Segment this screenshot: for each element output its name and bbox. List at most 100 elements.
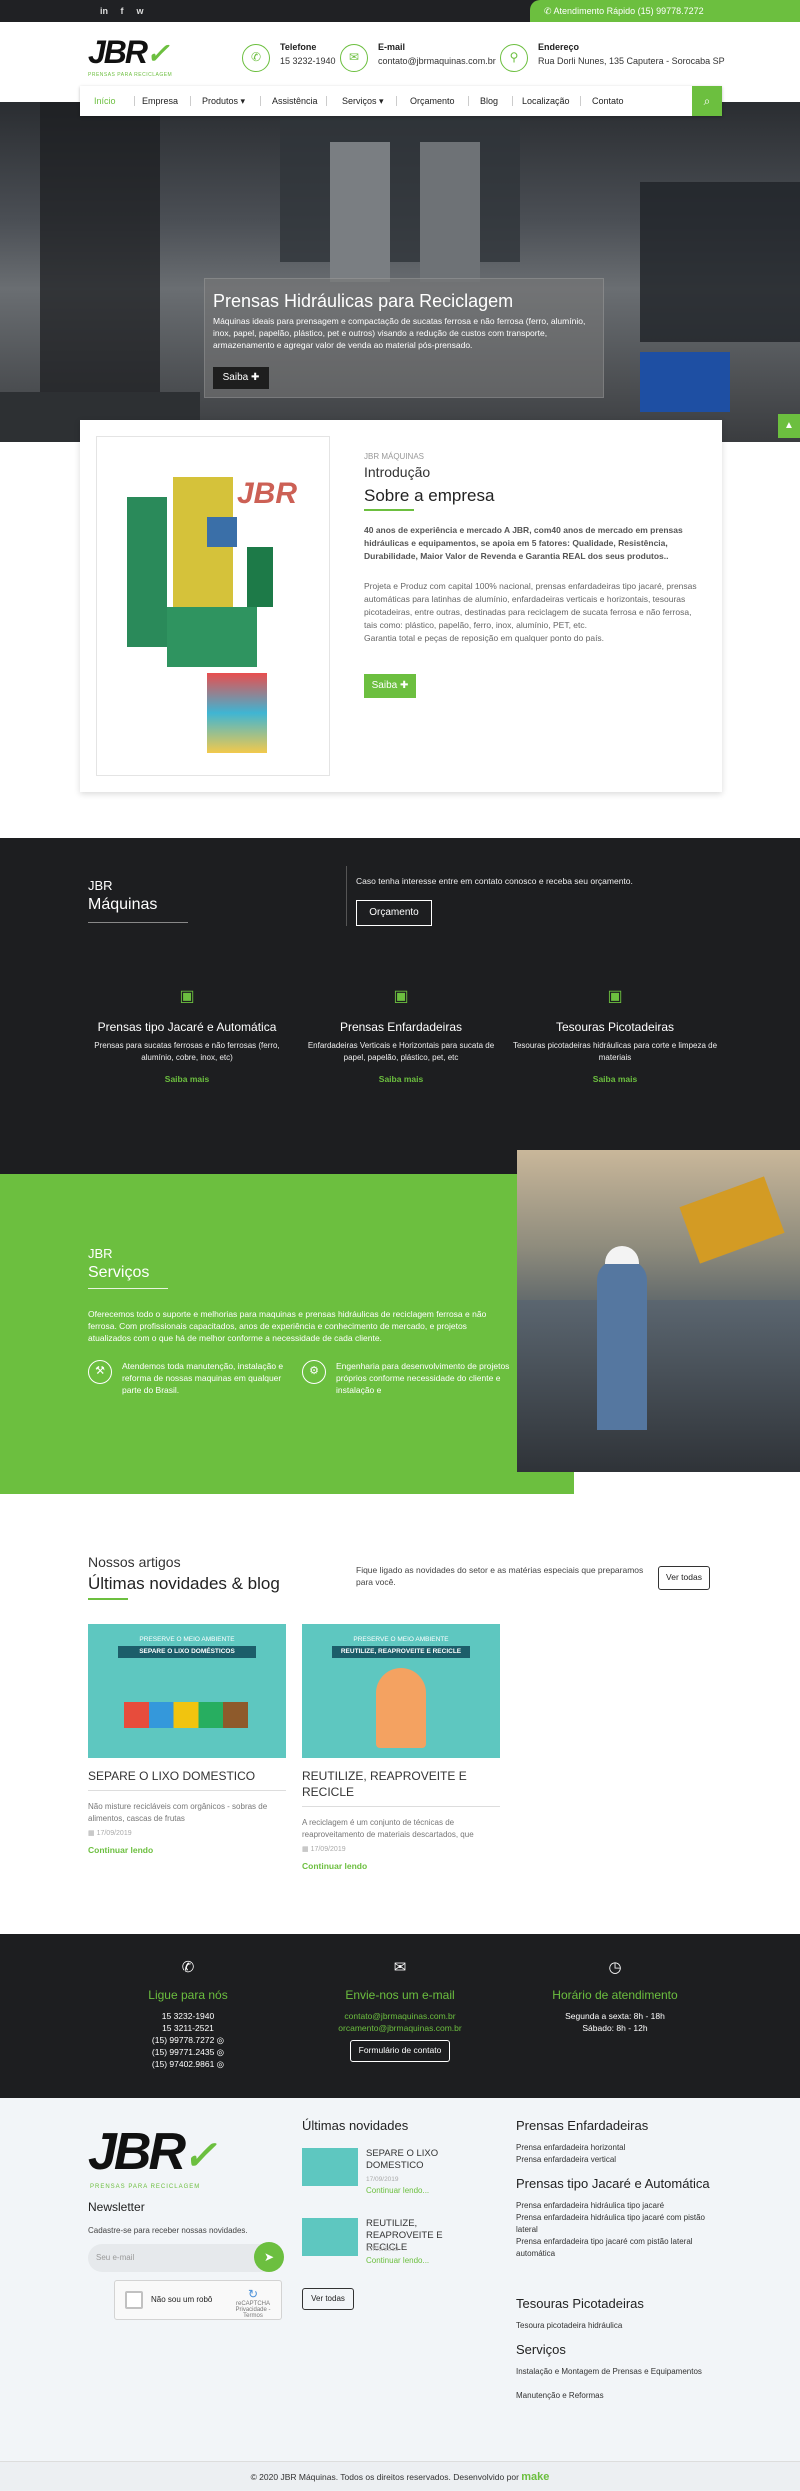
contact-form-button[interactable]: Formulário de contato bbox=[349, 2040, 451, 2062]
recaptcha-label: Não sou um robô bbox=[151, 2295, 213, 2304]
nav-orcamento[interactable]: Orçamento bbox=[410, 86, 455, 116]
newsletter-email-input[interactable]: Seu e-mail bbox=[88, 2244, 268, 2272]
footer-link[interactable]: Prensa enfardadeira hidráulica tipo jaca… bbox=[516, 2212, 726, 2236]
clock-icon: ◷ bbox=[608, 1959, 622, 1976]
email-line[interactable]: orcamento@jbrmaquinas.com.br bbox=[290, 2022, 510, 2034]
address-title: Endereço bbox=[538, 42, 580, 52]
hero-cylinder-2 bbox=[420, 142, 480, 282]
blog-card-title[interactable]: SEPARE O LIXO DOMESTICO bbox=[88, 1768, 286, 1784]
logo-leaf-icon: ✓ bbox=[146, 38, 170, 69]
footer-news-more[interactable]: Continuar lendo... bbox=[366, 2256, 429, 2265]
quick-contact-text: Atendimento Rápido (15) 99778.7272 bbox=[553, 6, 704, 16]
blog-card-more-link[interactable]: Continuar lendo bbox=[88, 1845, 286, 1855]
phone-line[interactable]: 15 3232-1940 bbox=[78, 2010, 298, 2022]
footer-link[interactable]: Prensa enfardadeira hidráulica tipo jaca… bbox=[516, 2200, 726, 2212]
nav-blog[interactable]: Blog bbox=[480, 86, 498, 116]
recaptcha: Não sou um robô ↻ reCAPTCHA Privacidade - … bbox=[114, 2280, 282, 2320]
products-section: JBR Máquinas Caso tenha interesse entre … bbox=[0, 838, 800, 1174]
copyright-text: © 2020 JBR Máquinas. Todos os direitos r… bbox=[250, 2472, 519, 2482]
hardhat bbox=[605, 1246, 639, 1264]
nav-produtos-label: Produtos bbox=[202, 96, 239, 106]
nav-servicos[interactable]: Serviços ▾ bbox=[342, 86, 384, 116]
footer-link[interactable]: Prensa enfardadeira tipo jacaré com pist… bbox=[516, 2236, 726, 2260]
excavator bbox=[679, 1176, 785, 1264]
email-line[interactable]: contato@jbrmaquinas.com.br bbox=[290, 2010, 510, 2022]
whatsapp-icon[interactable]: w bbox=[134, 5, 146, 17]
services-text: Oferecemos todo o suporte e melhorias pa… bbox=[88, 1309, 487, 1343]
blog-card-image[interactable]: PRESERVE O MEIO AMBIENTE REUTILIZE, REAP… bbox=[302, 1624, 500, 1758]
title-underline bbox=[364, 509, 414, 511]
footer-link[interactable]: Tesoura picotadeira hidráulica bbox=[516, 2320, 622, 2332]
orcamento-button[interactable]: Orçamento bbox=[356, 900, 432, 926]
footer-news-item-title[interactable]: SEPARE O LIXO DOMESTICO bbox=[366, 2148, 476, 2172]
blog-view-all-button[interactable]: Ver todas bbox=[658, 1566, 710, 1590]
contact-hours-title: Horário de atendimento bbox=[552, 1988, 678, 2002]
machine-blue-box bbox=[207, 517, 237, 547]
footer-news-date: 17/09/2019 bbox=[366, 2246, 399, 2253]
nav-produtos[interactable]: Produtos ▾ bbox=[202, 86, 245, 116]
blog-card-image[interactable]: PRESERVE O MEIO AMBIENTE SEPARE O LIXO D… bbox=[88, 1624, 286, 1758]
nav-assistencia[interactable]: Assistência bbox=[272, 86, 318, 116]
phone-line[interactable]: 15 3211-2521 bbox=[78, 2022, 298, 2034]
hours-line: Sábado: 8h - 12h bbox=[582, 2023, 648, 2033]
machine-image: JBR bbox=[96, 436, 330, 776]
contact-phone-title: Ligue para nós bbox=[148, 1988, 228, 2002]
product-title: Prensas Enfardadeiras bbox=[339, 1020, 463, 1034]
footer-col-title: Prensas tipo Jacaré e Automática bbox=[516, 2176, 710, 2191]
recaptcha-checkbox[interactable] bbox=[125, 2291, 143, 2309]
blog-card-title[interactable]: REUTILIZE, REAPROVEITE E RECICLE bbox=[302, 1768, 500, 1800]
services-title: Serviços bbox=[88, 1264, 150, 1281]
footer-view-all-button[interactable]: Ver todas bbox=[302, 2288, 354, 2310]
hero-cylinder-1 bbox=[330, 142, 390, 282]
footer-logo[interactable]: JBR✓ bbox=[88, 2122, 217, 2182]
footer-link[interactable]: Instalação e Montagem de Prensas e Equip… bbox=[516, 2366, 726, 2378]
logo-tagline: PRENSAS PARA RECICLAGEM bbox=[88, 72, 173, 78]
footer-link[interactable]: Prensa enfardadeira vertical bbox=[516, 2154, 616, 2166]
nav-separator bbox=[396, 96, 397, 106]
blog-card[interactable]: PRESERVE O MEIO AMBIENTE SEPARE O LIXO D… bbox=[88, 1624, 286, 1855]
recaptcha-links[interactable]: Privacidade - Termos bbox=[231, 2307, 275, 2319]
scroll-top-icon[interactable]: ▲ bbox=[778, 414, 800, 438]
footer-news-item[interactable]: REUTILIZE, REAPROVEITE E RECICLE 17/09/2… bbox=[302, 2218, 482, 2265]
products-kicker: JBR bbox=[88, 878, 113, 893]
hero-caption: Prensas Hidráulicas para Reciclagem Máqu… bbox=[204, 278, 604, 398]
footer-news-thumb bbox=[302, 2148, 358, 2186]
developer-logo[interactable]: make bbox=[521, 2471, 549, 2483]
intro-guarantee: Garantia total e peças de reposição em q… bbox=[364, 633, 605, 643]
blog-section: Nossos artigos Últimas novidades & blog … bbox=[0, 1494, 800, 1934]
footer-news-more[interactable]: Continuar lendo... bbox=[366, 2186, 429, 2195]
intro-kicker: JBR MÁQUINAS bbox=[364, 452, 425, 461]
footer-news-item[interactable]: SEPARE O LIXO DOMESTICO 17/09/2019 Conti… bbox=[302, 2148, 482, 2195]
product-more-link[interactable]: Saiba mais bbox=[82, 1074, 292, 1084]
intro-saiba-button[interactable]: Saiba ✚ bbox=[364, 674, 416, 698]
phone-line[interactable]: (15) 97402.9861 ◎ bbox=[78, 2058, 298, 2070]
footer: JBR✓ PRENSAS PARA RECICLAGEM Newsletter … bbox=[0, 2098, 800, 2461]
intro-subtitle: Introdução bbox=[364, 464, 431, 480]
footer-link[interactable]: Prensa enfardadeira horizontal bbox=[516, 2142, 625, 2154]
phone-line[interactable]: (15) 99778.7272 ◎ bbox=[78, 2034, 298, 2046]
person-illustration bbox=[376, 1668, 426, 1748]
blog-image-band: REUTILIZE, REAPROVEITE E RECICLE bbox=[332, 1646, 470, 1658]
product-more-link[interactable]: Saiba mais bbox=[296, 1074, 506, 1084]
facebook-icon[interactable]: f bbox=[116, 5, 128, 17]
hero-saiba-button[interactable]: Saiba ✚ bbox=[213, 367, 269, 389]
product-title: Prensas tipo Jacaré e Automática bbox=[97, 1020, 277, 1034]
product-more-link[interactable]: Saiba mais bbox=[510, 1074, 720, 1084]
logo[interactable]: JBR✓ bbox=[88, 34, 170, 71]
blog-card[interactable]: PRESERVE O MEIO AMBIENTE REUTILIZE, REAP… bbox=[302, 1624, 500, 1871]
phone-line[interactable]: (15) 99771.2435 ◎ bbox=[78, 2046, 298, 2058]
mail-icon: ✉ bbox=[393, 1959, 407, 1976]
phone-value[interactable]: 15 3232-1940 bbox=[280, 56, 336, 66]
email-value[interactable]: contato@jbrmaquinas.com.br bbox=[378, 56, 496, 66]
send-icon[interactable]: ➤ bbox=[254, 2242, 284, 2272]
blog-card-more-link[interactable]: Continuar lendo bbox=[302, 1861, 500, 1871]
search-icon[interactable]: ⌕ bbox=[692, 86, 722, 116]
nav-empresa[interactable]: Empresa bbox=[142, 86, 178, 116]
nav-inicio[interactable]: Início bbox=[94, 86, 116, 116]
nav-contato[interactable]: Contato bbox=[592, 86, 624, 116]
phone-line-text: (15) 99778.7272 bbox=[151, 2035, 215, 2045]
linkedin-icon[interactable]: in bbox=[98, 5, 110, 17]
nav-localizacao[interactable]: Localização bbox=[522, 86, 570, 116]
quick-contact-link[interactable]: ✆ Atendimento Rápido (15) 99778.7272 bbox=[530, 0, 800, 22]
footer-link[interactable]: Manutenção e Reformas bbox=[516, 2390, 604, 2402]
